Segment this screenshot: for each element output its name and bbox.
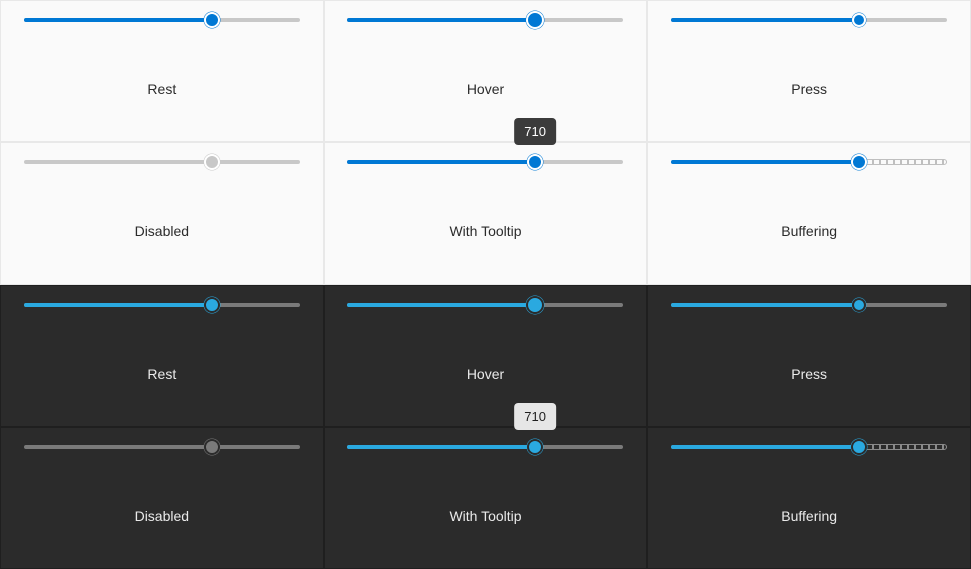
slider-with-tooltip[interactable]: 710 <box>347 153 623 171</box>
slider-cell-light-press: Press <box>647 0 971 142</box>
slider-thumb <box>204 439 220 455</box>
slider-tooltip: 710 <box>514 118 556 145</box>
slider-rest[interactable] <box>24 296 300 314</box>
slider-fill <box>347 18 535 22</box>
slider-cell-dark-hover: Hover <box>324 285 648 427</box>
slider-buffering[interactable] <box>671 438 947 456</box>
state-label: Rest <box>147 366 176 382</box>
slider-hover[interactable] <box>347 11 623 29</box>
slider-tooltip: 710 <box>514 403 556 430</box>
slider-with-tooltip[interactable]: 710 <box>347 438 623 456</box>
slider-fill <box>347 303 535 307</box>
slider-thumb[interactable] <box>204 297 220 313</box>
slider-fill <box>671 160 859 164</box>
slider-thumb[interactable] <box>527 439 543 455</box>
state-label: Disabled <box>135 508 189 524</box>
state-label: With Tooltip <box>449 223 521 239</box>
slider-cell-light-buffering: Buffering <box>647 142 971 284</box>
slider-fill <box>24 18 212 22</box>
slider-thumb[interactable] <box>527 154 543 170</box>
state-label: Press <box>791 81 827 97</box>
slider-thumb[interactable] <box>526 296 544 314</box>
slider-thumb[interactable] <box>526 11 544 29</box>
state-label: Rest <box>147 81 176 97</box>
slider-cell-dark-rest: Rest <box>0 285 324 427</box>
slider-cell-light-rest: Rest <box>0 0 324 142</box>
state-label: Hover <box>467 366 504 382</box>
slider-disabled <box>24 438 300 456</box>
slider-track <box>24 445 300 449</box>
slider-rest[interactable] <box>24 11 300 29</box>
slider-cell-light-hover: Hover <box>324 0 648 142</box>
slider-cell-dark-disabled: Disabled <box>0 427 324 569</box>
slider-thumb[interactable] <box>851 439 867 455</box>
slider-fill <box>671 18 859 22</box>
slider-fill <box>24 303 212 307</box>
slider-track <box>24 160 300 164</box>
slider-cell-dark-buffering: Buffering <box>647 427 971 569</box>
slider-fill <box>671 303 859 307</box>
state-label: Disabled <box>135 223 189 239</box>
slider-fill <box>671 445 859 449</box>
slider-press[interactable] <box>671 11 947 29</box>
slider-thumb[interactable] <box>204 12 220 28</box>
slider-cell-light-tooltip: 710 With Tooltip <box>324 142 648 284</box>
slider-buffer <box>859 444 947 450</box>
state-label: Press <box>791 366 827 382</box>
slider-buffer <box>859 159 947 165</box>
slider-thumb <box>204 154 220 170</box>
slider-fill <box>347 445 535 449</box>
state-label: Buffering <box>781 508 837 524</box>
slider-cell-dark-press: Press <box>647 285 971 427</box>
slider-thumb[interactable] <box>851 154 867 170</box>
state-label: With Tooltip <box>449 508 521 524</box>
slider-thumb[interactable] <box>852 13 866 27</box>
state-label: Hover <box>467 81 504 97</box>
slider-buffering[interactable] <box>671 153 947 171</box>
state-label: Buffering <box>781 223 837 239</box>
slider-cell-light-disabled: Disabled <box>0 142 324 284</box>
slider-cell-dark-tooltip: 710 With Tooltip <box>324 427 648 569</box>
slider-hover[interactable] <box>347 296 623 314</box>
slider-thumb[interactable] <box>852 298 866 312</box>
slider-press[interactable] <box>671 296 947 314</box>
slider-fill <box>347 160 535 164</box>
slider-disabled <box>24 153 300 171</box>
